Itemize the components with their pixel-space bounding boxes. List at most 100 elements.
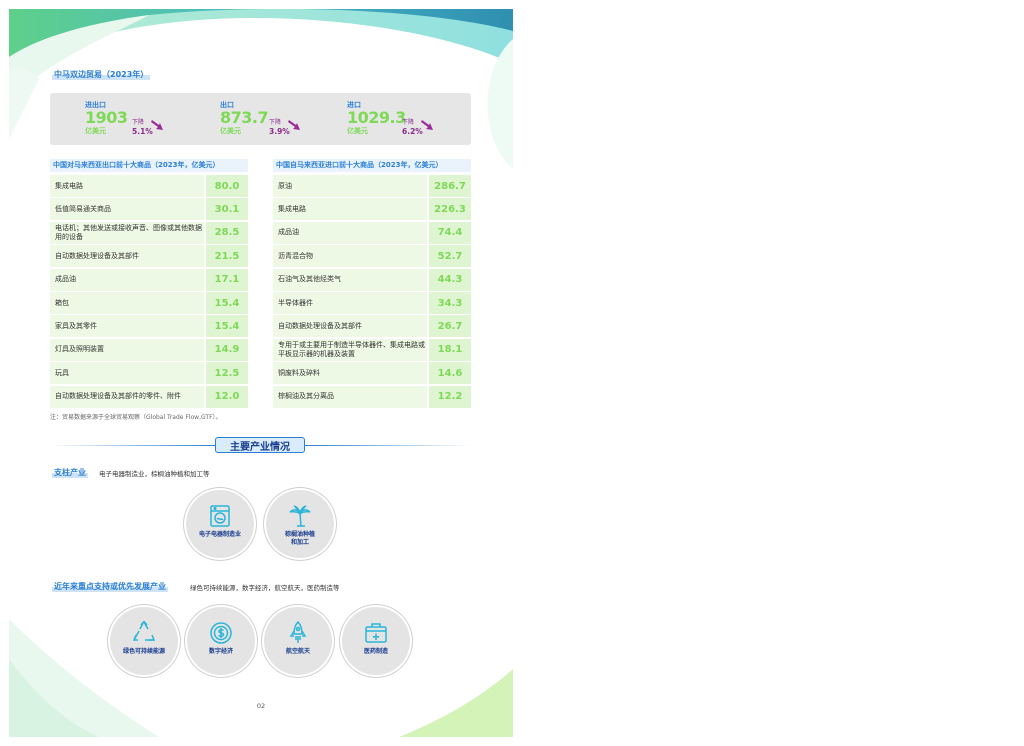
commodity-value: 74.4 <box>429 221 471 244</box>
commodity-name: 电话机；其他发送或接收声音、图像或其他数据用的设备 <box>50 221 204 244</box>
table-row: 自动数据处理设备及其部件 26.7 <box>273 315 471 338</box>
industry-digital-economy: 数字经济 <box>187 607 255 675</box>
industry-label: 航空航天 <box>285 648 310 655</box>
commodity-value: 21.5 <box>206 245 248 268</box>
table-row: 低值简易通关商品 30.1 <box>50 198 248 221</box>
recycle-icon <box>132 621 156 641</box>
table-row: 电话机；其他发送或接收声音、图像或其他数据用的设备 28.5 <box>50 221 248 244</box>
commodity-value: 15.4 <box>206 292 248 314</box>
down-arrow-icon <box>421 120 433 130</box>
commodity-value: 12.5 <box>206 362 248 385</box>
industry-electronics: 电子电器制造业 <box>186 490 254 558</box>
table-row: 石油气及其他烃类气 44.3 <box>273 268 471 291</box>
down-arrow-icon <box>288 120 300 130</box>
commodity-value: 26.7 <box>429 315 471 338</box>
washing-machine-icon <box>210 505 230 527</box>
industry-palm-oil: 棕榈油种植 和加工 <box>266 490 334 558</box>
commodity-name: 专用于或主要用于制造半导体器件、集成电路或平板显示器的机器及装置 <box>273 338 427 361</box>
industry-aerospace: 航空航天 <box>264 607 332 675</box>
commodity-value: 80.0 <box>206 175 248 197</box>
commodity-value: 34.3 <box>429 292 471 314</box>
commodity-name: 家具及其零件 <box>50 315 204 338</box>
data-source-note: 注：贸易数据来源于全球贸易观察（Global Trade Flow,GTF）。 <box>50 414 222 421</box>
commodity-value: 30.1 <box>206 198 248 221</box>
commodity-value: 28.5 <box>206 221 248 244</box>
table-row: 集成电路 80.0 <box>50 175 248 197</box>
commodity-name: 集成电路 <box>50 175 204 197</box>
table-row: 半导体器件 34.3 <box>273 292 471 314</box>
table-row: 灯具及照明装置 14.9 <box>50 338 248 361</box>
commodity-name: 玩具 <box>50 362 204 385</box>
industry-pharmaceutical: 医药制造 <box>342 607 410 675</box>
commodity-name: 自动数据处理设备及其部件的零件、附件 <box>50 385 204 408</box>
trade-section-title: 中马双边贸易（2023年） <box>52 69 151 80</box>
industry-label: 电子电器制造业 <box>198 531 241 538</box>
priority-industry-label: 近年来重点支持或优先发展产业 <box>52 581 168 592</box>
table-row: 成品油 74.4 <box>273 221 471 244</box>
industry-label: 医药制造 <box>363 648 388 655</box>
commodity-value: 14.6 <box>429 362 471 385</box>
table-row: 箱包 15.4 <box>50 292 248 314</box>
industries-banner: 主要产业情况 <box>215 437 305 453</box>
commodity-value: 286.7 <box>429 175 471 197</box>
commodity-value: 226.3 <box>429 198 471 221</box>
table-row: 玩具 12.5 <box>50 362 248 385</box>
export-table-title: 中国对马来西亚出口前十大商品（2023年，亿美元） <box>50 159 248 172</box>
table-row: 原油 286.7 <box>273 175 471 197</box>
table-row: 沥青混合物 52.7 <box>273 245 471 268</box>
import-table-title: 中国自马来西亚进口前十大商品（2023年，亿美元） <box>273 159 471 172</box>
industry-green-energy: 绿色可持续能源 <box>110 607 178 675</box>
commodity-name: 自动数据处理设备及其部件 <box>50 245 204 268</box>
stat-change-pct: 6.2% <box>402 127 423 136</box>
stat-change-pct: 3.9% <box>269 127 290 136</box>
stat-unit: 亿美元 <box>220 127 241 135</box>
stat-change-label: 下降 <box>132 119 145 126</box>
table-row: 自动数据处理设备及其部件 21.5 <box>50 245 248 268</box>
commodity-name: 半导体器件 <box>273 292 427 314</box>
commodity-value: 15.4 <box>206 315 248 338</box>
pillar-industry-text: 电子电器制造业，棕榈油种植和加工等 <box>99 470 210 478</box>
commodity-name: 成品油 <box>50 268 204 291</box>
commodity-name: 沥青混合物 <box>273 245 427 268</box>
digital-coin-icon <box>210 622 232 644</box>
table-row: 铜废料及碎料 14.6 <box>273 362 471 385</box>
stat-unit: 亿美元 <box>85 127 106 135</box>
commodity-name: 灯具及照明装置 <box>50 338 204 361</box>
table-row: 集成电路 226.3 <box>273 198 471 221</box>
stat-value: 873.7 <box>220 108 269 127</box>
down-arrow-icon <box>151 120 163 130</box>
stat-change-label: 下降 <box>269 119 282 126</box>
table-row: 棕榈油及其分离品 12.2 <box>273 385 471 408</box>
stat-change-pct: 5.1% <box>132 127 153 136</box>
stat-change-label: 下降 <box>402 119 415 126</box>
table-row: 专用于或主要用于制造半导体器件、集成电路或平板显示器的机器及装置 18.1 <box>273 338 471 361</box>
commodity-name: 石油气及其他烃类气 <box>273 268 427 291</box>
commodity-name: 箱包 <box>50 292 204 314</box>
priority-industry-text: 绿色可持续能源，数字经济，航空航天，医药制造等 <box>190 584 340 592</box>
banner-line-right <box>305 445 471 446</box>
commodity-value: 12.2 <box>429 385 471 408</box>
commodity-value: 44.3 <box>429 268 471 291</box>
commodity-value: 12.0 <box>206 385 248 408</box>
table-row: 自动数据处理设备及其部件的零件、附件 12.0 <box>50 385 248 408</box>
stat-value: 1903 <box>85 108 128 127</box>
table-row: 成品油 17.1 <box>50 268 248 291</box>
pillar-industry-label: 支柱产业 <box>52 467 88 478</box>
rocket-icon <box>289 621 307 643</box>
commodity-value: 18.1 <box>429 338 471 361</box>
industry-label: 数字经济 <box>208 648 233 655</box>
trade-stats-panel: 进出口 1903 亿美元 下降 5.1% 出口 873.7 亿美元 下降 3.9… <box>50 93 471 145</box>
commodity-name: 自动数据处理设备及其部件 <box>273 315 427 338</box>
commodity-name: 成品油 <box>273 221 427 244</box>
palm-tree-icon <box>289 505 311 527</box>
commodity-name: 低值简易通关商品 <box>50 198 204 221</box>
banner-line-left <box>50 445 215 446</box>
commodity-value: 14.9 <box>206 338 248 361</box>
commodity-value: 52.7 <box>429 245 471 268</box>
industry-label: 绿色可持续能源 <box>122 648 165 655</box>
stat-unit: 亿美元 <box>347 127 368 135</box>
commodity-value: 17.1 <box>206 268 248 291</box>
medical-kit-icon <box>365 623 387 643</box>
page-number: 02 <box>256 702 266 710</box>
stat-value: 1029.3 <box>347 108 406 127</box>
